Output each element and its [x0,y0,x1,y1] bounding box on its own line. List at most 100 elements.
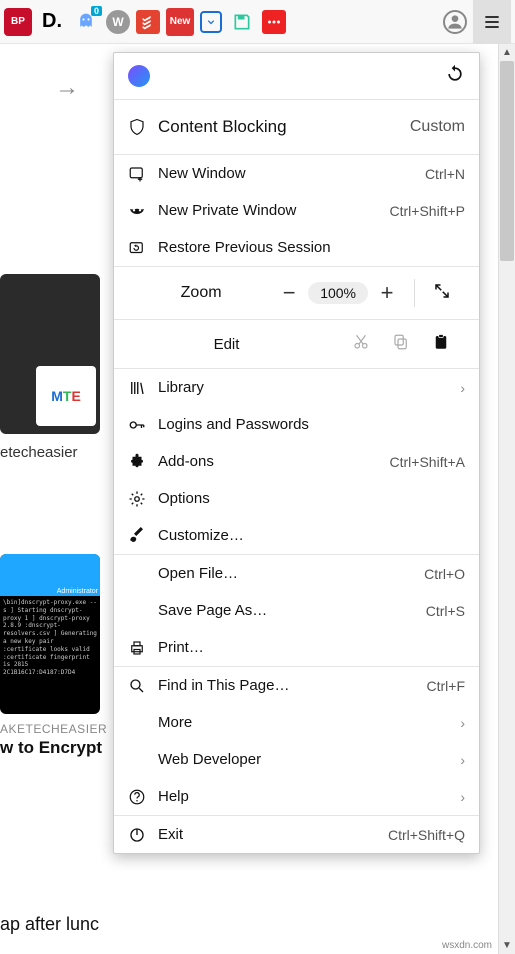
help-icon [128,788,158,806]
scrollbar-thumb[interactable] [500,61,514,261]
customize-label: Customize… [158,527,465,544]
print-item[interactable]: Print… [114,629,479,666]
new-private-item[interactable]: New Private Window Ctrl+Shift+P [114,192,479,229]
find-label: Find in This Page… [158,677,427,694]
exit-shortcut: Ctrl+Shift+Q [388,827,465,843]
cut-button[interactable] [341,333,381,355]
logins-label: Logins and Passwords [158,416,465,433]
chevron-right-icon: › [460,380,465,396]
chevron-right-icon: › [460,752,465,768]
article-source: AKETECHEASIER [0,722,107,736]
addons-shortcut: Ctrl+Shift+A [390,454,465,470]
open-file-item[interactable]: Open File… Ctrl+O [114,555,479,592]
restore-icon [128,239,158,257]
page-background: → MTE etecheasier Administrator \bin]dns… [0,44,110,954]
ext-todoist-icon[interactable] [136,10,160,34]
power-icon [128,826,158,844]
sync-profile-icon[interactable] [128,65,150,87]
new-window-label: New Window [158,165,425,182]
ext-adblock-icon[interactable]: BP [4,8,32,36]
content-blocking-item[interactable]: Content Blocking Custom [114,100,479,154]
profile-avatar-icon[interactable] [443,10,467,34]
printer-icon [128,639,158,657]
library-item[interactable]: Library › [114,369,479,406]
puzzle-icon [128,453,158,471]
addons-label: Add-ons [158,453,390,470]
zoom-value[interactable]: 100% [308,282,368,304]
save-page-shortcut: Ctrl+S [426,603,465,619]
edit-label: Edit [112,336,341,353]
ext-w-icon[interactable]: W [106,10,130,34]
vertical-scrollbar[interactable]: ▲ ▼ [498,44,515,954]
new-private-shortcut: Ctrl+Shift+P [390,203,465,219]
web-developer-label: Web Developer [158,751,460,768]
zoom-controls: Zoom − 100% + [114,267,479,319]
browser-toolbar: BP D. 0 W New [0,0,515,44]
ext-save-icon[interactable] [228,8,256,36]
key-icon [128,416,158,434]
addons-item[interactable]: Add-ons Ctrl+Shift+A [114,443,479,480]
find-item[interactable]: Find in This Page… Ctrl+F [114,667,479,704]
admin-label: Administrator [57,588,98,595]
open-file-shortcut: Ctrl+O [424,566,465,582]
scrollbar-down-arrow[interactable]: ▼ [499,937,515,954]
save-page-item[interactable]: Save Page As… Ctrl+S [114,592,479,629]
paste-button[interactable] [421,333,461,355]
chevron-right-icon: › [460,715,465,731]
help-label: Help [158,788,460,805]
ghostery-badge: 0 [91,6,102,16]
sync-refresh-icon[interactable] [445,64,465,89]
edit-controls: Edit [114,320,479,368]
restore-session-label: Restore Previous Session [158,239,465,256]
zoom-label: Zoom [132,284,270,302]
ext-download-icon[interactable] [200,11,222,33]
search-icon [128,677,158,695]
thumbnail-encrypt[interactable]: Administrator \bin]dnscrypt-proxy.exe --… [0,554,100,714]
thumbnail-label: etecheasier [0,444,78,461]
library-label: Library [158,379,460,396]
ext-lastpass-icon[interactable] [262,10,286,34]
ext-d-icon[interactable]: D. [38,8,66,36]
new-private-label: New Private Window [158,202,390,219]
terminal-text: \bin]dnscrypt-proxy.exe --s ] Starting d… [0,596,100,680]
paintbrush-icon [128,527,158,545]
watermark: wsxdn.com [439,939,495,952]
options-item[interactable]: Options [114,480,479,517]
mask-icon [128,202,158,220]
more-item[interactable]: More › [114,704,479,741]
more-label: More [158,714,460,731]
partial-text: ap after lunc [0,914,99,935]
options-label: Options [158,490,465,507]
next-arrow-icon[interactable]: → [55,74,79,102]
zoom-in-button[interactable]: + [368,280,406,306]
web-developer-item[interactable]: Web Developer › [114,741,479,778]
main-menu-button[interactable] [473,0,511,44]
copy-button[interactable] [381,333,421,355]
gear-icon [128,490,158,508]
menu-header [114,53,479,99]
fullscreen-button[interactable] [423,280,461,306]
zoom-out-button[interactable]: − [270,280,308,306]
new-window-item[interactable]: New Window Ctrl+N [114,155,479,192]
content-blocking-value: Custom [410,118,465,136]
help-item[interactable]: Help › [114,778,479,815]
window-plus-icon [128,165,158,183]
save-page-label: Save Page As… [158,602,426,619]
main-menu-panel: Content Blocking Custom New Window Ctrl+… [113,52,480,854]
exit-item[interactable]: Exit Ctrl+Shift+Q [114,816,479,853]
scrollbar-up-arrow[interactable]: ▲ [499,44,515,61]
article-title: w to Encrypt [0,738,102,758]
thumbnail-mte[interactable]: MTE [0,274,100,434]
ext-ghostery-icon[interactable]: 0 [72,8,100,36]
exit-label: Exit [158,826,388,843]
open-file-label: Open File… [158,565,424,582]
print-label: Print… [158,639,465,656]
find-shortcut: Ctrl+F [427,678,466,694]
logins-item[interactable]: Logins and Passwords [114,406,479,443]
restore-session-item[interactable]: Restore Previous Session [114,229,479,266]
ext-new-badge[interactable]: New [166,8,194,36]
library-icon [128,379,158,397]
shield-icon [128,118,158,136]
customize-item[interactable]: Customize… [114,517,479,554]
content-blocking-label: Content Blocking [158,117,410,137]
